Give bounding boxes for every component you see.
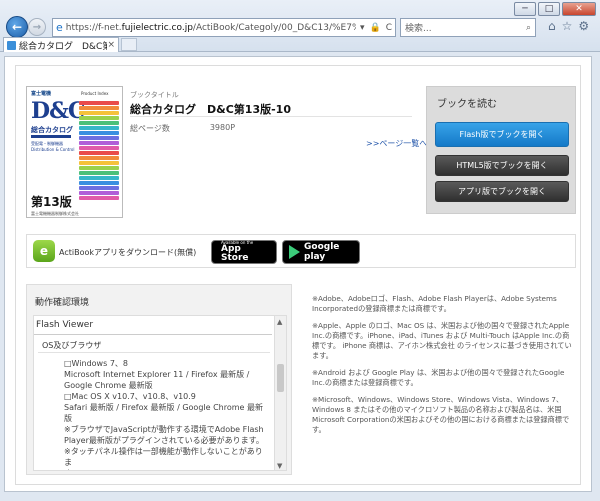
scroll-up-icon[interactable]: ▲	[277, 318, 282, 326]
dropdown-icon[interactable]: ▾	[360, 23, 365, 33]
meta-divider	[130, 116, 412, 117]
tab-close-icon[interactable]: ×	[107, 40, 115, 50]
read-panel-title: ブックを読む	[437, 99, 497, 110]
read-book-panel: ブックを読む Flash版でブックを開く HTML5版でブックを開く アプリ版で…	[426, 86, 576, 214]
book-cover[interactable]: 富士電機 D&C 総合カタログ 受配電・制御機器 Distribution & …	[26, 86, 123, 218]
open-app-button[interactable]: アプリ版でブックを開く	[435, 181, 569, 202]
environment-scroll-area[interactable]: Flash Viewer OS及びブラウザ □Windows 7、8 Micro…	[33, 315, 287, 471]
app-store-button[interactable]: Available on the App Store	[211, 240, 277, 264]
cover-subtitle: 受配電・制御機器 Distribution & Control	[31, 141, 75, 152]
close-window-button[interactable]: ✕	[562, 2, 596, 16]
cover-brand: 富士電機	[31, 91, 52, 97]
gplay-text: Google play	[304, 242, 340, 262]
env-line: □Windows 7、8	[64, 359, 128, 368]
favorites-icon[interactable]: ☆	[562, 19, 573, 33]
search-box[interactable]: 検索... ⌕	[400, 18, 536, 37]
forward-button[interactable]: →	[28, 18, 46, 36]
title-caption: ブックタイトル	[130, 91, 179, 99]
book-meta: ブックタイトル 総合カタログ D&C第13版-10	[130, 90, 291, 117]
legal-note: ※Apple、Apple のロゴ、Mac OS は、米国および他の国々で登録され…	[312, 321, 572, 360]
flash-viewer-heading: Flash Viewer	[36, 320, 94, 330]
page-viewport: 富士電機 D&C 総合カタログ 受配電・制御機器 Distribution & …	[4, 56, 592, 492]
cover-edition: 第13版	[31, 195, 72, 209]
search-input[interactable]: 検索...	[405, 21, 526, 34]
content-frame: 富士電機 D&C 総合カタログ 受配電・制御機器 Distribution & …	[15, 65, 581, 485]
ie-icon: e	[56, 21, 63, 34]
page-list-link[interactable]: >>ページ一覧へ	[366, 138, 427, 149]
environment-panel: 動作確認環境 Flash Viewer OS及びブラウザ □Windows 7、…	[26, 284, 292, 475]
env-line: Microsoft Internet Explorer 11 / Firefox…	[64, 370, 250, 379]
open-flash-button[interactable]: Flash版でブックを開く	[435, 122, 569, 147]
legal-note: ※Android および Google Play は、米国および他の国々で登録さ…	[312, 368, 565, 387]
window-controls: ─ □ ✕	[514, 2, 596, 16]
cover-index-stripes	[79, 101, 119, 211]
google-play-icon	[289, 245, 300, 259]
env-line: す。	[64, 468, 270, 470]
vertical-scrollbar[interactable]: ▲ ▼	[274, 316, 286, 470]
cover-footer: 富士電機機器制御株式会社	[31, 211, 79, 216]
app-download-bar: e ActiBookアプリをダウンロード(無償) Available on th…	[26, 234, 576, 268]
lock-icon[interactable]: 🔒	[369, 23, 380, 33]
environment-list: □Windows 7、8 Microsoft Internet Explorer…	[64, 358, 270, 470]
scroll-down-icon[interactable]: ▼	[277, 462, 282, 470]
browser-chrome: ─ □ ✕ ← → e https://f-net.fujielectric.c…	[0, 0, 600, 52]
env-line: □Mac OS X v10.7、v10.8、v10.9	[64, 392, 196, 401]
cover-catalog: 総合カタログ	[31, 126, 73, 134]
url-text: https://f-net.fujielectric.co.jp/ActiBoo…	[65, 22, 356, 33]
favicon-icon	[7, 40, 16, 50]
env-line: ※ブラウザでJavaScriptが動作する環境でAdobe Flash	[64, 425, 264, 434]
env-line: Google Chrome 最新版	[64, 381, 153, 390]
cover-divider	[31, 135, 71, 138]
scrollbar-thumb[interactable]	[277, 364, 284, 392]
maximize-button[interactable]: □	[538, 2, 560, 16]
address-bar[interactable]: e https://f-net.fujielectric.co.jp/ActiB…	[52, 18, 396, 37]
home-icon[interactable]: ⌂	[548, 19, 556, 33]
google-play-button[interactable]: Google play	[282, 240, 360, 264]
search-icon[interactable]: ⌕	[526, 23, 531, 33]
refresh-icon[interactable]: C	[386, 23, 392, 33]
settings-gear-icon[interactable]: ⚙	[578, 19, 589, 33]
back-button[interactable]: ←	[6, 16, 28, 38]
legal-note: ※Microsoft、Windows、Windows Store、Windows…	[312, 395, 570, 434]
pages-value: 3980P	[209, 123, 236, 132]
env-line: ※タッチパネル操作は一部機能が動作しないことがありま	[64, 447, 263, 467]
book-title: 総合カタログ D&C第13版-10	[130, 103, 291, 116]
subsection-divider	[38, 352, 270, 353]
minimize-button[interactable]: ─	[514, 2, 536, 16]
tab-bar: 総合カタログ D&C第13... ×	[0, 37, 600, 52]
section-divider	[34, 334, 272, 335]
appstore-big-text: App Store	[221, 244, 249, 263]
cover-top-text: Product Index	[81, 91, 109, 96]
cover-logo: D&C	[31, 98, 85, 124]
pages-label: 総ページ数	[130, 124, 170, 133]
legal-note: ※Adobe、Adobeロゴ、Flash、Adobe Flash Playerは…	[312, 294, 557, 313]
env-line: Player最新版がプラグインされている必要があります。	[64, 436, 264, 445]
trademark-notes: ※Adobe、Adobeロゴ、Flash、Adobe Flash Playerは…	[312, 294, 574, 442]
env-line: Safari 最新版 / Firefox 最新版 / Google Chrome…	[64, 403, 264, 423]
actibook-icon: e	[33, 240, 55, 262]
tab-catalog[interactable]: 総合カタログ D&C第13... ×	[3, 37, 119, 52]
environment-title: 動作確認環境	[35, 298, 90, 308]
page-count: 総ページ数 3980P	[130, 123, 235, 134]
tab-label: 総合カタログ D&C第13...	[19, 41, 108, 52]
new-tab-button[interactable]	[121, 38, 137, 51]
app-download-label: ActiBookアプリをダウンロード(無償)	[59, 248, 197, 257]
os-browser-heading: OS及びブラウザ	[42, 341, 102, 350]
open-html5-button[interactable]: HTML5版でブックを開く	[435, 155, 569, 176]
